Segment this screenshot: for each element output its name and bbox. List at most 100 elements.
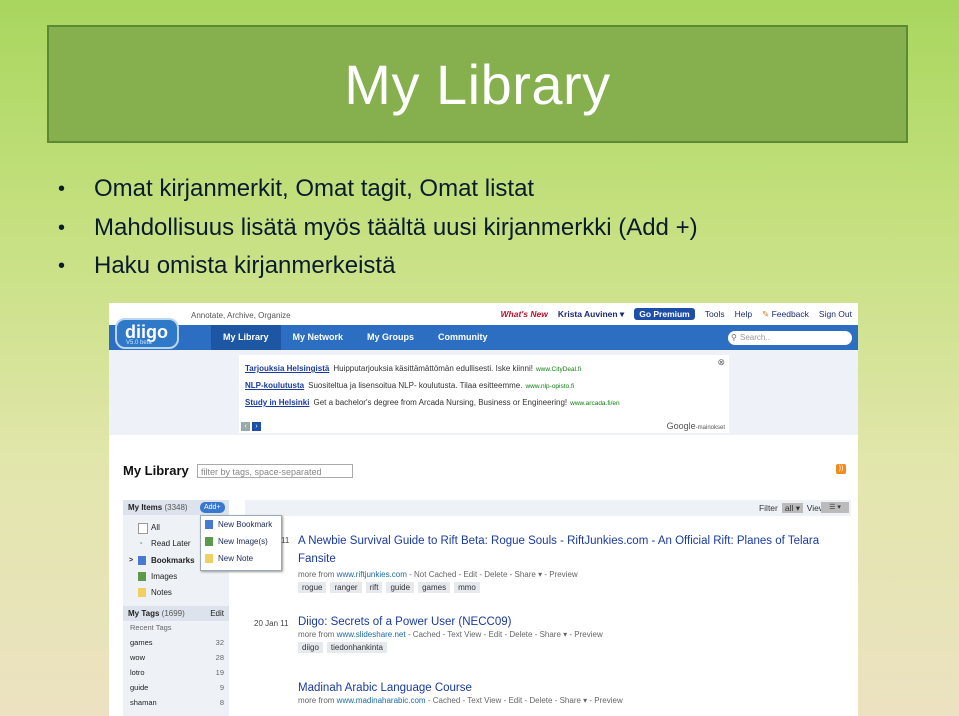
logo-version: V5.0 beta [126,340,152,346]
meta-prefix: more from [298,570,337,579]
source-link[interactable]: www.riftjunkies.com [337,570,407,579]
tag-name: shaman [130,698,157,708]
bullet-item: Mahdollisuus lisätä myös täältä uusi kir… [58,209,698,248]
tag-chip[interactable]: guide [386,582,415,593]
tag-chip[interactable]: games [418,582,451,593]
page-icon [138,523,148,534]
tag-name: guide [130,683,149,693]
bookmark-date: 20 Jan 11 [254,619,289,628]
help-link[interactable]: Help [735,309,752,319]
menu-item-label: New Bookmark [218,520,273,529]
ad-line[interactable]: NLP-koulutusta Suositeltua ja lisensoitua… [245,381,574,390]
add-button[interactable]: Add+ [200,502,225,513]
sidebar-item-notes[interactable]: Notes [123,585,229,601]
tab-my-library[interactable]: My Library [211,325,281,350]
bookmark-title[interactable]: Diigo: Secrets of a Power User (NECC09) [298,616,854,628]
bookmark-actions[interactable]: - Cached - Text View - Edit - Delete - S… [406,630,603,639]
rss-icon[interactable]: )) [836,464,846,474]
diigo-logo[interactable]: diigo V5.0 beta [115,318,179,349]
view-select[interactable]: ☰ ▾ [821,502,849,513]
tab-my-network[interactable]: My Network [281,325,356,350]
chevron-right-icon[interactable]: › [252,422,261,431]
tab-my-groups[interactable]: My Groups [355,325,426,350]
chevron-left-icon[interactable]: ‹ [241,422,250,431]
ad-line[interactable]: Study in Helsinki Get a bachelor's degree… [245,398,620,407]
bookmark-meta: more from www.riftjunkies.com - Not Cach… [298,570,854,579]
feedback-label: Feedback [771,308,809,319]
tag-chip[interactable]: ranger [330,582,362,593]
add-menu: New Bookmark New Image(s) New Note [200,515,282,571]
bookmark-title[interactable]: Madinah Arabic Language Course [298,682,854,694]
filter-bar: Filter all ▾ View ☰ ▾ [245,500,851,516]
bookmark-icon [138,555,146,565]
whats-new-link[interactable]: What's New [501,309,548,319]
ad-area: ⊗ Tarjouksia Helsingistä Huipputarjouksia… [109,350,858,435]
tag-chip[interactable]: tiedonhankinta [326,642,387,653]
ad-url[interactable]: www.nlp-opisto.fi [525,383,574,390]
slide-bullets: Omat kirjanmerkit, Omat tagit, Omat list… [58,170,698,286]
image-icon [205,537,213,546]
edit-tags-link[interactable]: Edit [210,606,224,621]
tag-name: wow [130,653,146,663]
menu-item-new-bookmark[interactable]: New Bookmark [201,516,281,533]
my-items-label: My Items [128,503,163,512]
recent-tags-label: Recent Tags [130,623,172,633]
ad-headline[interactable]: Tarjouksia Helsingistä [245,364,329,373]
tag-chip[interactable]: rift [365,582,383,593]
google-logo-text: Google [666,421,696,431]
source-link[interactable]: www.madinaharabic.com [337,696,426,705]
feedback-icon: ✎ [762,308,770,319]
tab-community[interactable]: Community [426,325,500,350]
tag-count: 19 [215,668,224,678]
meta-prefix: more from [298,696,337,705]
close-icon[interactable]: ⊗ [717,357,725,368]
my-tags-count: (1699) [161,609,185,619]
ad-box: ⊗ Tarjouksia Helsingistä Huipputarjouksia… [239,355,729,433]
menu-item-new-note[interactable]: New Note [201,550,281,567]
tag-row[interactable]: games 32 [123,635,229,650]
tag-chip[interactable]: mmo [454,582,480,593]
diigo-screenshot: Annotate, Archive, Organize What's New K… [109,303,858,716]
my-tags-label: My Tags [128,609,160,619]
source-link[interactable]: www.slideshare.net [337,630,406,639]
search-icon: ⚲ [731,333,737,342]
tag-chip[interactable]: rogue [298,582,327,593]
filter-select[interactable]: all ▾ [781,503,803,513]
bookmark-icon [205,520,213,529]
my-tags-header: My Tags (1699) Edit [123,606,229,622]
ad-line[interactable]: Tarjouksia Helsingistä Huipputarjouksia k… [245,364,581,373]
bookmark-title[interactable]: A Newbie Survival Guide to Rift Beta: Ro… [298,532,854,568]
tag-row[interactable]: shaman 8 [123,695,229,710]
tag-filter-input[interactable]: filter by tags, space-separated [197,464,353,478]
go-premium-button[interactable]: Go Premium [634,308,695,320]
tag-chip[interactable]: diigo [298,642,323,653]
bookmark-actions[interactable]: - Cached - Text View - Edit - Delete - S… [426,696,623,705]
ad-headline[interactable]: NLP-koulutusta [245,381,304,390]
ad-headline[interactable]: Study in Helsinki [245,398,309,407]
tag-name: games [130,638,153,648]
tag-row[interactable]: guide 9 [123,680,229,695]
ad-url[interactable]: www.arcada.fi/en [570,400,620,407]
user-menu[interactable]: Krista Auvinen ▾ [558,309,624,320]
slide-title: My Library [344,52,611,116]
sidebar-item-label: All [151,523,160,532]
sidebar-item-label: Images [151,571,178,581]
tag-row[interactable]: wow 28 [123,650,229,665]
top-links: What's New Krista Auvinen ▾ Go Premium T… [501,308,852,320]
note-icon [205,554,213,563]
sidebar-item-label: Bookmarks [151,555,195,565]
nav-bar: diigo V5.0 beta My Library My Network My… [109,318,858,350]
tools-link[interactable]: Tools [705,309,725,319]
sidebar-item-images[interactable]: Images [123,569,229,585]
search-input[interactable]: ⚲ Search.. [728,331,852,345]
sign-out-link[interactable]: Sign Out [819,309,852,319]
filter-control[interactable]: Filter all ▾ [759,503,803,514]
menu-item-new-images[interactable]: New Image(s) [201,533,281,550]
bookmark-date: 11 [281,536,290,545]
bookmark-actions[interactable]: - Not Cached - Edit - Delete - Share ▾ -… [407,570,578,579]
chevron-right-icon: > [129,556,134,564]
top-bar: Annotate, Archive, Organize What's New K… [109,303,858,325]
ad-url[interactable]: www.CityDeal.fi [536,366,581,373]
tag-row[interactable]: lotro 19 [123,665,229,680]
feedback-link[interactable]: ✎ Feedback [762,309,809,320]
